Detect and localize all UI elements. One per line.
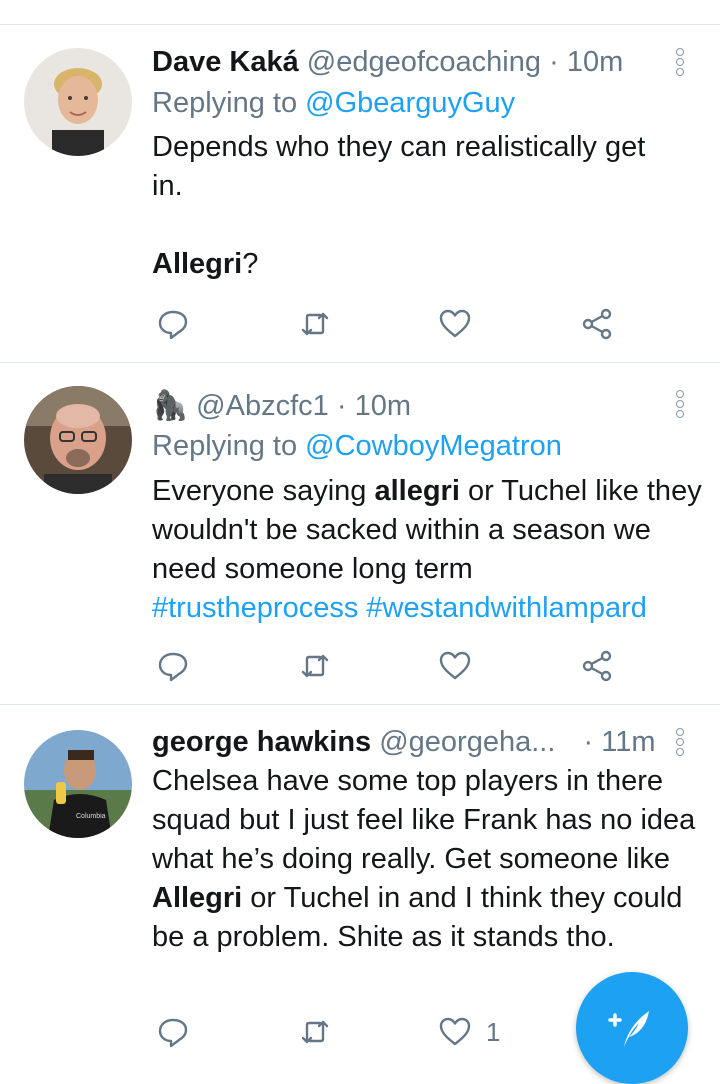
- retweet-icon: [301, 1020, 329, 1044]
- like-count: 1: [486, 1016, 501, 1047]
- like-button[interactable]: [438, 646, 472, 686]
- reply-icon: [158, 1018, 188, 1048]
- tweet-text: Chelsea have some top players in there s…: [152, 765, 696, 953]
- tweet-actions: 1: [152, 1012, 632, 1052]
- tweet-1[interactable]: Dave Kaká @edgeofcoaching · 10m Replying…: [0, 0, 720, 362]
- reply-icon: [158, 652, 188, 682]
- handle[interactable]: @edgeofcoaching: [307, 46, 541, 78]
- like-button[interactable]: 1: [438, 1012, 500, 1052]
- share-button[interactable]: [580, 646, 614, 686]
- handle[interactable]: @georgeha...: [379, 726, 555, 758]
- handle[interactable]: @Abzcfc1: [196, 390, 329, 422]
- tweet-text: Depends who they can realistically get i…: [152, 131, 646, 280]
- bold-keyword: allegri: [374, 475, 460, 507]
- timestamp[interactable]: 10m: [355, 390, 411, 422]
- separator: ·: [549, 46, 559, 78]
- more-vertical-icon[interactable]: [676, 390, 686, 420]
- replying-to-line: Replying to @GbearguyGuy: [152, 87, 516, 119]
- retweet-button[interactable]: [298, 646, 332, 686]
- tweet-2[interactable]: 🦍 @Abzcfc1 · 10m Replying to @CowboyMega…: [0, 362, 720, 704]
- display-name[interactable]: Dave Kaká: [152, 46, 299, 78]
- share-button[interactable]: [580, 304, 614, 344]
- avatar-dave-kaka[interactable]: [24, 48, 132, 156]
- separator: ·: [583, 726, 594, 758]
- share-icon: [582, 308, 612, 340]
- more-vertical-icon[interactable]: [676, 728, 686, 758]
- heart-icon: [439, 651, 471, 680]
- retweet-button[interactable]: [298, 304, 332, 344]
- reply-icon: [158, 310, 188, 340]
- bold-keyword: Allegri: [152, 248, 243, 280]
- replying-to-link[interactable]: @GbearguyGuy: [305, 87, 515, 119]
- tweet-header: george hawkins @georgeha... · 11m: [152, 724, 656, 760]
- reply-button[interactable]: [156, 1012, 190, 1052]
- replying-to-link[interactable]: @CowboyMegatron: [305, 430, 562, 462]
- retweet-button[interactable]: [298, 1012, 332, 1052]
- display-name-emoji[interactable]: 🦍: [152, 390, 188, 422]
- replying-to-line: Replying to @CowboyMegatron: [152, 430, 562, 462]
- avatar-abzcfc1[interactable]: [24, 386, 132, 494]
- separator: ·: [336, 390, 347, 422]
- retweet-icon: [301, 312, 329, 336]
- tweet-header: Dave Kaká @edgeofcoaching · 10m: [152, 44, 623, 80]
- tweet-header: 🦍 @Abzcfc1 · 10m: [152, 388, 411, 424]
- timestamp[interactable]: 11m: [601, 726, 655, 758]
- hashtag-link[interactable]: #trustheprocess: [152, 592, 358, 624]
- heart-icon: [439, 309, 471, 338]
- hashtag-link[interactable]: #westandwithlampard: [366, 592, 646, 624]
- share-icon: [582, 650, 612, 682]
- svg-text:Columbia: Columbia: [76, 813, 106, 820]
- heart-icon: [439, 1017, 471, 1046]
- reply-button[interactable]: [156, 304, 190, 344]
- compose-tweet-icon: [608, 1011, 649, 1047]
- avatar-george-hawkins[interactable]: Columbia: [24, 730, 132, 838]
- tweet-text: Everyone saying allegri or Tuchel like t…: [152, 475, 702, 624]
- display-name[interactable]: george hawkins: [152, 726, 371, 758]
- tweet-actions: [152, 304, 632, 344]
- bold-keyword: Allegri: [152, 882, 243, 914]
- reply-button[interactable]: [156, 646, 190, 686]
- compose-tweet-button[interactable]: [576, 972, 688, 1084]
- timestamp[interactable]: 10m: [567, 46, 623, 78]
- like-button[interactable]: [438, 304, 472, 344]
- retweet-icon: [301, 654, 329, 678]
- tweet-actions: [152, 646, 632, 686]
- more-vertical-icon[interactable]: [676, 48, 686, 78]
